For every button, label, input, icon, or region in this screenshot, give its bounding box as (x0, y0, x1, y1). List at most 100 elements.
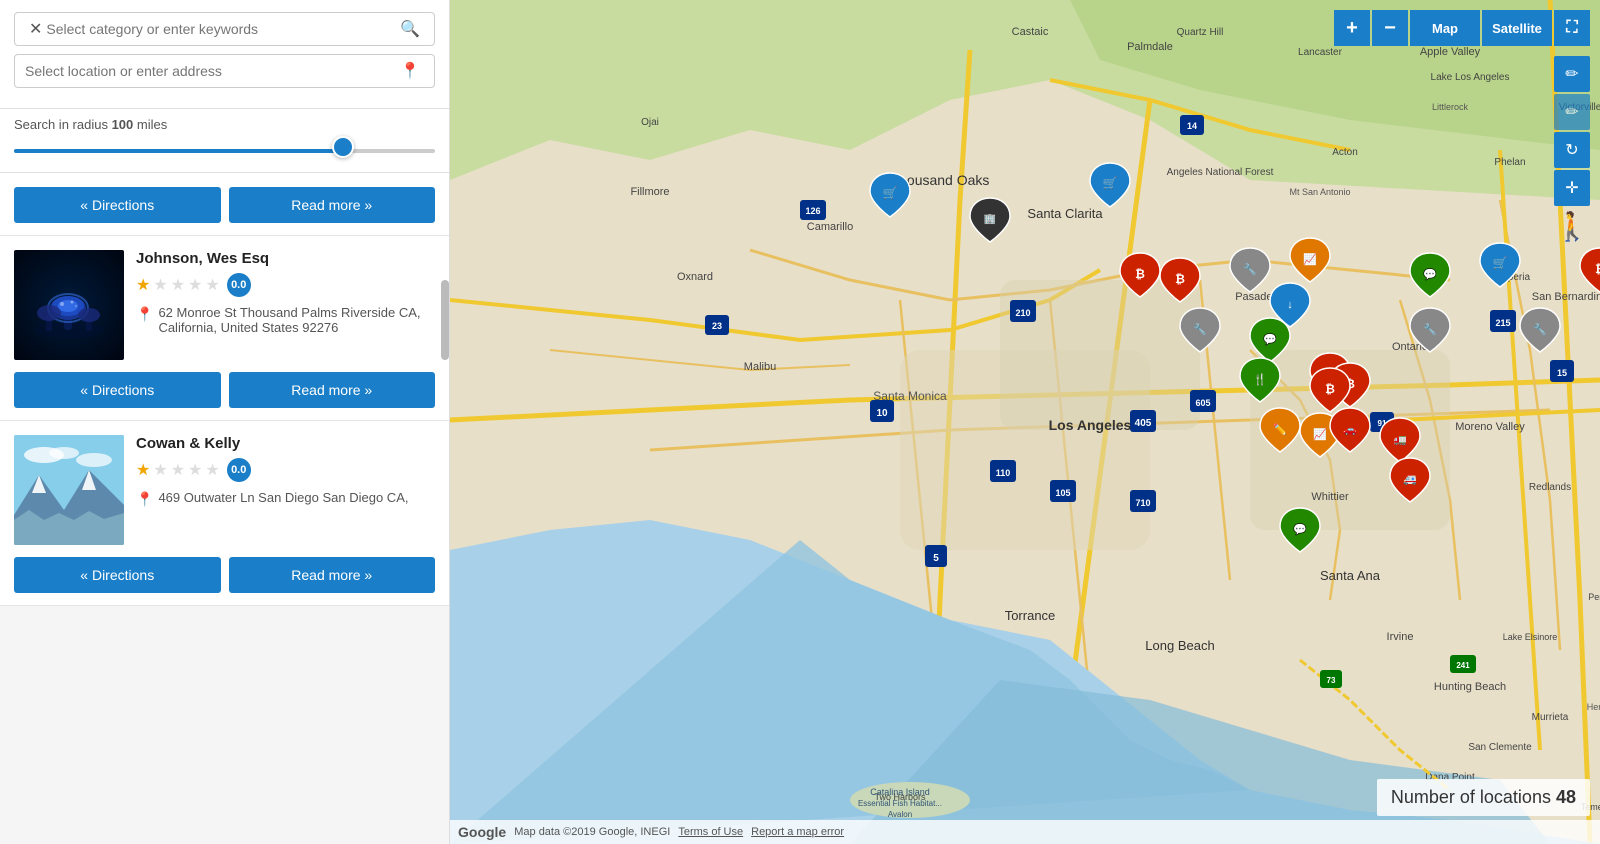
terms-link[interactable]: Terms of Use (678, 826, 743, 838)
svg-text:🔧: 🔧 (1193, 322, 1207, 336)
svg-text:🛒: 🛒 (1103, 176, 1118, 190)
svg-text:Perris: Perris (1588, 592, 1600, 602)
svg-text:🏢: 🏢 (984, 213, 996, 225)
svg-text:Santa Ana: Santa Ana (1320, 568, 1381, 583)
svg-text:Whittier: Whittier (1311, 491, 1349, 503)
location-input[interactable] (25, 63, 396, 79)
svg-text:💬: 💬 (1293, 523, 1307, 536)
directions-button-johnson[interactable]: « Directions (14, 372, 221, 408)
svg-text:Murrieta: Murrieta (1532, 712, 1569, 723)
map-bottom-bar: Google Map data ©2019 Google, INEGI Term… (450, 820, 1600, 844)
satellite-view-button[interactable]: Satellite (1482, 10, 1552, 46)
read-more-button-first[interactable]: Read more » (229, 187, 436, 223)
address-pin-icon-cowan: 📍 (136, 491, 153, 508)
directions-button-first[interactable]: « Directions (14, 187, 221, 223)
locations-count: Number of locations 48 (1377, 779, 1590, 816)
svg-text:210: 210 (1015, 308, 1030, 318)
keyword-search-box: ✕ 🔍 (14, 12, 435, 46)
svg-text:₿: ₿ (1595, 262, 1600, 276)
svg-text:₿: ₿ (1175, 272, 1185, 286)
svg-text:🚑: 🚑 (1403, 474, 1417, 486)
svg-text:🚛: 🚛 (1393, 434, 1407, 446)
svg-text:Hemet: Hemet (1587, 702, 1600, 712)
keyword-search-icon[interactable]: 🔍 (396, 19, 424, 39)
svg-text:💬: 💬 (1423, 268, 1437, 281)
svg-text:Irvine: Irvine (1387, 631, 1414, 643)
listing-name-johnson: Johnson, Wes Esq (136, 250, 435, 267)
zoom-in-button[interactable]: + (1334, 10, 1370, 46)
svg-text:215: 215 (1495, 318, 1510, 328)
svg-text:🔧: 🔧 (1423, 322, 1437, 336)
star-1-cowan: ★ (136, 460, 150, 480)
svg-text:₿: ₿ (1135, 267, 1145, 281)
svg-text:Apple Valley: Apple Valley (1420, 46, 1481, 58)
svg-text:🛒: 🛒 (1493, 256, 1508, 270)
svg-text:110: 110 (996, 468, 1011, 478)
star-2-cowan: ★ (153, 460, 167, 480)
svg-text:14: 14 (1187, 121, 1197, 131)
svg-text:23: 23 (712, 321, 722, 331)
map-area: 5 405 10 105 110 710 605 210 215 15 91 (450, 0, 1600, 844)
read-more-button-johnson[interactable]: Read more » (229, 372, 436, 408)
svg-text:San Clemente: San Clemente (1468, 742, 1532, 753)
listing-card-johnson: Johnson, Wes Esq ★ ★ ★ ★ ★ 0.0 📍 62 Monr… (0, 236, 449, 421)
radius-slider[interactable] (14, 149, 435, 153)
zoom-edit-button[interactable]: ✏ (1554, 94, 1590, 130)
rating-badge-cowan: 0.0 (227, 458, 251, 482)
svg-text:Lancaster: Lancaster (1298, 47, 1343, 58)
svg-text:10: 10 (876, 408, 888, 419)
svg-text:Moreno Valley: Moreno Valley (1455, 421, 1525, 433)
scroll-indicator (441, 280, 449, 360)
svg-text:15: 15 (1557, 368, 1567, 378)
svg-text:📈: 📈 (1313, 428, 1327, 441)
svg-text:5: 5 (933, 553, 939, 564)
edit-map-button[interactable]: ✏ (1554, 56, 1590, 92)
keyword-input[interactable] (46, 21, 396, 37)
svg-text:🛒: 🛒 (883, 186, 898, 200)
svg-text:Mt San Antonio: Mt San Antonio (1289, 187, 1350, 197)
fullscreen-button[interactable]: ⛶ (1554, 10, 1590, 46)
svg-text:🔧: 🔧 (1243, 262, 1257, 276)
listing-thumbnail-johnson (14, 250, 124, 360)
left-panel: ✕ 🔍 📍 Search in radius 100 miles « Direc… (0, 0, 450, 844)
radius-label: Search in radius 100 miles (14, 117, 435, 132)
listing-card-first: « Directions Read more » (0, 173, 449, 236)
svg-text:🔧: 🔧 (1533, 322, 1547, 336)
listing-card-cowan: Cowan & Kelly ★ ★ ★ ★ ★ 0.0 📍 469 Outwat… (0, 421, 449, 606)
svg-text:Los Angeles: Los Angeles (1049, 417, 1132, 433)
listing-stars-johnson: ★ ★ ★ ★ ★ 0.0 (136, 273, 435, 297)
listing-actions-johnson: « Directions Read more » (14, 360, 435, 420)
svg-text:Lake Elsinore: Lake Elsinore (1503, 632, 1558, 642)
star-2: ★ (153, 275, 167, 295)
directions-button-cowan[interactable]: « Directions (14, 557, 221, 593)
star-1: ★ (136, 275, 150, 295)
google-logo: Google (458, 824, 506, 840)
svg-text:73: 73 (1327, 676, 1336, 685)
listing-address-johnson: 📍 62 Monroe St Thousand Palms Riverside … (136, 305, 435, 335)
clear-keyword-button[interactable]: ✕ (25, 19, 46, 39)
svg-text:💬: 💬 (1263, 333, 1277, 346)
svg-text:605: 605 (1195, 398, 1210, 408)
locations-number: 48 (1556, 787, 1576, 807)
svg-text:↓: ↓ (1287, 299, 1293, 311)
zoom-out-button[interactable]: − (1372, 10, 1408, 46)
refresh-button[interactable]: ↻ (1554, 132, 1590, 168)
report-link[interactable]: Report a map error (751, 826, 844, 838)
read-more-button-cowan[interactable]: Read more » (229, 557, 436, 593)
svg-text:Hunting Beach: Hunting Beach (1434, 681, 1506, 693)
listing-actions-first: « Directions Read more » (14, 187, 435, 235)
location-pin-icon[interactable]: 📍 (396, 61, 424, 81)
svg-text:✏️: ✏️ (1273, 422, 1287, 436)
svg-text:Torrance: Torrance (1005, 608, 1056, 623)
street-view-button[interactable]: 🚶 (1554, 208, 1590, 244)
svg-text:Quartz Hill: Quartz Hill (1177, 27, 1224, 38)
svg-text:🚗: 🚗 (1343, 424, 1357, 436)
listing-address-cowan: 📍 469 Outwater Ln San Diego San Diego CA… (136, 490, 435, 508)
svg-text:₿: ₿ (1325, 382, 1335, 396)
map-view-button[interactable]: Map (1410, 10, 1480, 46)
search-section: ✕ 🔍 📍 (0, 0, 449, 109)
address-pin-icon-johnson: 📍 (136, 306, 153, 323)
move-button[interactable]: ✛ (1554, 170, 1590, 206)
listing-actions-cowan: « Directions Read more » (14, 545, 435, 605)
listings-area: « Directions Read more » (0, 173, 449, 844)
